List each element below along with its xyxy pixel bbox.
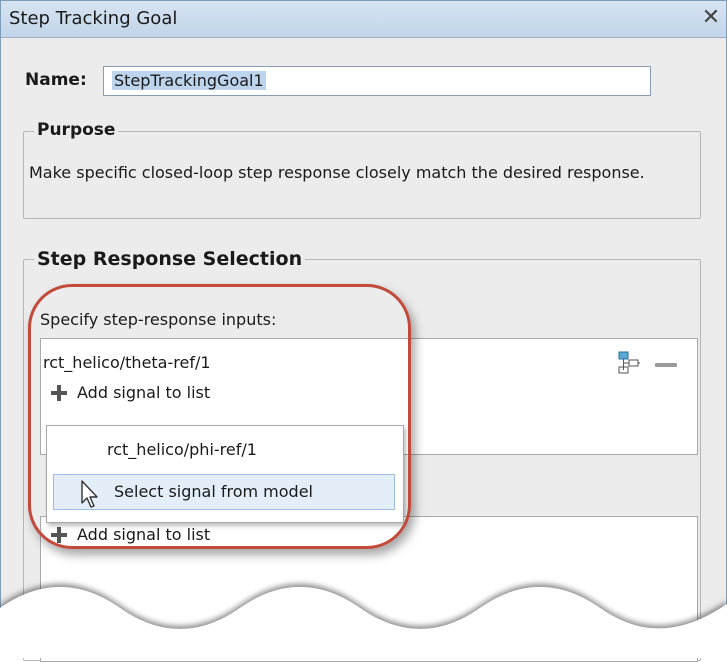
signal-list-item[interactable]: rct_helico/theta-ref/1 bbox=[41, 349, 695, 377]
window-title: Step Tracking Goal bbox=[9, 8, 178, 29]
name-label: Name: bbox=[25, 70, 87, 90]
obscured-label-fragment bbox=[39, 477, 45, 495]
signal-name: rct_helico/theta-ref/1 bbox=[43, 353, 211, 372]
add-signal-label: Add signal to list bbox=[77, 525, 211, 544]
plus-icon bbox=[49, 383, 69, 403]
remove-icon[interactable] bbox=[655, 363, 677, 367]
name-input-value: StepTrackingGoal1 bbox=[112, 71, 266, 90]
mouse-cursor-icon bbox=[81, 480, 98, 508]
plus-icon bbox=[49, 525, 69, 545]
purpose-group: Purpose Make specific closed-loop step r… bbox=[23, 120, 701, 219]
name-input[interactable]: StepTrackingGoal1 bbox=[103, 66, 651, 96]
close-icon[interactable]: ✕ bbox=[699, 5, 723, 31]
add-signal-label: Add signal to list bbox=[77, 383, 211, 402]
step-response-inputs-label: Specify step-response inputs: bbox=[40, 310, 277, 329]
step-response-selection-title: Step Response Selection bbox=[34, 248, 306, 270]
purpose-title: Purpose bbox=[34, 120, 119, 140]
add-signal-dropdown-menu: rct_helico/phi-ref/1 Select signal from … bbox=[46, 425, 404, 523]
menu-item-label: Select signal from model bbox=[114, 482, 313, 501]
menu-item-phi-ref[interactable]: rct_helico/phi-ref/1 bbox=[107, 440, 257, 459]
title-bar: Step Tracking Goal ✕ bbox=[1, 1, 726, 38]
torn-edge-decoration bbox=[0, 587, 727, 658]
purpose-description: Make specific closed-loop step response … bbox=[29, 163, 645, 182]
menu-item-select-signal-from-model[interactable]: Select signal from model bbox=[53, 474, 395, 510]
select-from-model-icon[interactable] bbox=[617, 351, 641, 375]
